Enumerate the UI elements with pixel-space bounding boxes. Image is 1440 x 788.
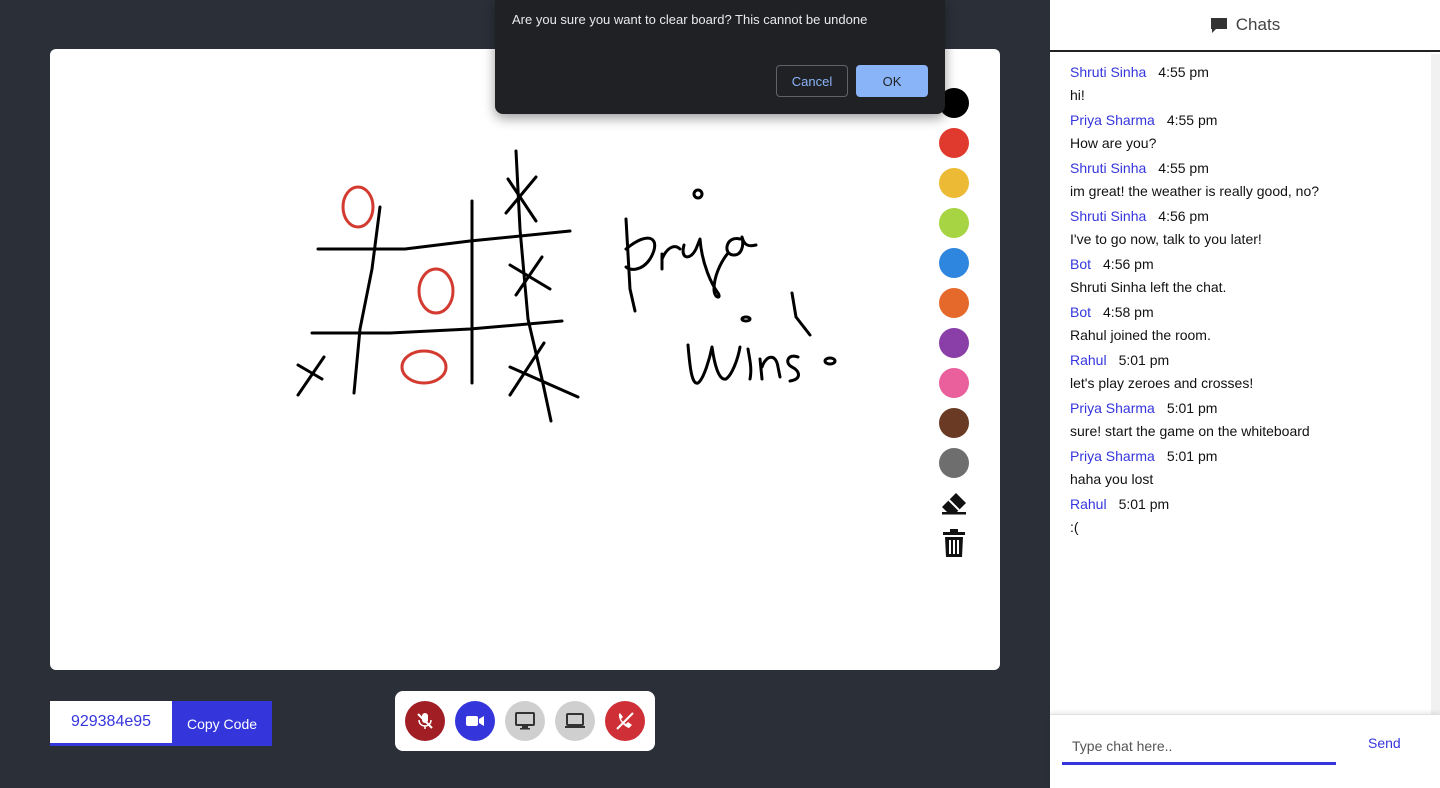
message-time: 5:01 pm — [1166, 400, 1218, 416]
color-swatch-green[interactable] — [939, 208, 969, 238]
chat-message: Priya Sharma 5:01 pm haha you lost — [1070, 448, 1410, 488]
mute-mic-button[interactable] — [405, 701, 445, 741]
end-call-button[interactable] — [605, 701, 645, 741]
copy-code-button[interactable]: Copy Code — [172, 701, 272, 746]
message-text: haha you lost — [1070, 471, 1154, 487]
chat-message-list[interactable]: Shruti Sinha 4:55 pm hi! Priya Sharma 4:55… — [1050, 54, 1430, 714]
trash-icon[interactable] — [939, 528, 969, 558]
room-code-group: 929384e95 Copy Code — [50, 701, 272, 746]
message-time: 4:58 pm — [1103, 304, 1154, 320]
color-swatch-red[interactable] — [939, 128, 969, 158]
chat-panel: Chats Shruti Sinha 4:55 pm hi! Priya Shar… — [1050, 0, 1440, 788]
chat-message: Bot 4:56 pm Shruti Sinha left the chat. — [1070, 256, 1410, 296]
message-time: 4:55 pm — [1166, 112, 1218, 128]
message-time: 4:55 pm — [1158, 64, 1209, 80]
color-swatch-brown[interactable] — [939, 408, 969, 438]
message-text: Rahul joined the room. — [1070, 327, 1211, 343]
chat-message: Shruti Sinha 4:55 pm im great! the weathe… — [1070, 160, 1410, 200]
message-author: Rahul — [1070, 496, 1107, 512]
message-text: How are you? — [1070, 135, 1157, 151]
message-text: let's play zeroes and crosses! — [1070, 375, 1254, 391]
message-text: :( — [1070, 519, 1079, 535]
message-author: Priya Sharma — [1070, 112, 1155, 128]
chat-bubble-icon — [1210, 18, 1227, 33]
message-author: Shruti Sinha — [1070, 160, 1147, 176]
message-author: Priya Sharma — [1070, 400, 1155, 416]
chat-footer: Send — [1050, 714, 1440, 788]
color-swatch-pink[interactable] — [939, 368, 969, 398]
message-text: im great! the weather is really good, no… — [1070, 183, 1320, 199]
video-button[interactable] — [455, 701, 495, 741]
eraser-icon[interactable] — [939, 488, 969, 518]
message-author: Shruti Sinha — [1070, 64, 1147, 80]
confirm-clear-dialog: Are you sure you want to clear board? Th… — [495, 0, 945, 114]
video-camera-icon — [466, 716, 484, 726]
laptop-icon — [565, 713, 585, 728]
message-text: Shruti Sinha left the chat. — [1070, 279, 1227, 295]
chat-message: Priya Sharma 4:55 pm How are you? — [1070, 112, 1410, 152]
chat-message: Bot 4:58 pm Rahul joined the room. — [1070, 304, 1410, 344]
mic-off-icon — [417, 713, 433, 729]
call-controls — [395, 691, 655, 751]
message-author: Bot — [1070, 304, 1092, 320]
send-button[interactable]: Send — [1368, 735, 1401, 751]
chat-title: Chats — [1235, 15, 1281, 34]
color-swatch-yellow[interactable] — [939, 168, 969, 198]
chat-scrollbar[interactable] — [1431, 54, 1440, 714]
message-author: Priya Sharma — [1070, 448, 1155, 464]
chat-input[interactable] — [1062, 729, 1336, 765]
message-author: Rahul — [1070, 352, 1107, 368]
color-swatch-gray[interactable] — [939, 448, 969, 478]
color-palette — [939, 88, 971, 568]
message-time: 5:01 pm — [1166, 448, 1218, 464]
color-swatch-orange[interactable] — [939, 288, 969, 318]
chat-header: Chats — [1050, 0, 1440, 52]
whiteboard[interactable] — [50, 49, 1000, 670]
room-code: 929384e95 — [50, 701, 172, 746]
dialog-cancel-button[interactable]: Cancel — [776, 65, 848, 97]
message-time: 4:55 pm — [1158, 160, 1209, 176]
color-swatch-blue[interactable] — [939, 248, 969, 278]
message-text: hi! — [1070, 87, 1085, 103]
dialog-ok-button[interactable]: OK — [856, 65, 928, 97]
message-time: 5:01 pm — [1118, 496, 1170, 512]
message-time: 5:01 pm — [1118, 352, 1170, 368]
chat-message: Shruti Sinha 4:56 pm I've to go now, talk… — [1070, 208, 1410, 248]
chat-message: Rahul 5:01 pm let's play zeroes and cross… — [1070, 352, 1410, 392]
message-time: 4:56 pm — [1103, 256, 1154, 272]
message-author: Shruti Sinha — [1070, 208, 1147, 224]
chat-message: Priya Sharma 5:01 pm sure! start the game… — [1070, 400, 1410, 440]
message-author: Bot — [1070, 256, 1092, 272]
message-text: sure! start the game on the whiteboard — [1070, 423, 1310, 439]
monitor-icon — [515, 712, 535, 730]
chat-message: Shruti Sinha 4:55 pm hi! — [1070, 64, 1410, 104]
whiteboard-drawing — [296, 149, 837, 423]
dialog-message: Are you sure you want to clear board? Th… — [512, 12, 868, 27]
message-time: 4:56 pm — [1158, 208, 1209, 224]
chat-message: Rahul 5:01 pm :( — [1070, 496, 1410, 536]
share-screen-button[interactable] — [505, 701, 545, 741]
message-text: I've to go now, talk to you later! — [1070, 231, 1262, 247]
present-button[interactable] — [555, 701, 595, 741]
phone-off-icon — [616, 712, 634, 730]
color-swatch-purple[interactable] — [939, 328, 969, 358]
